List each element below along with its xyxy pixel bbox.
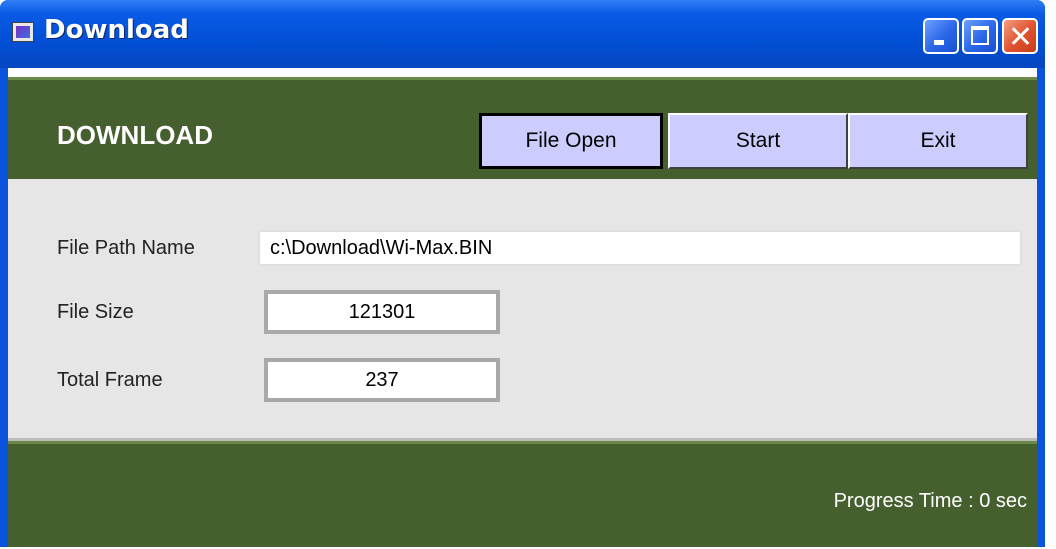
header-panel: DOWNLOAD File Open Start Exit: [8, 77, 1037, 179]
page-title: DOWNLOAD: [57, 120, 213, 150]
file-open-button[interactable]: File Open: [479, 113, 663, 169]
exit-button[interactable]: Exit: [848, 113, 1028, 169]
file-path-label: File Path Name: [57, 237, 195, 259]
progress-time-text: Progress Time : 0 sec: [833, 490, 1027, 512]
app-window-icon[interactable]: [12, 22, 34, 42]
download-window: Download DOWNLOAD File Open Start Exit F…: [0, 0, 1045, 547]
status-panel: Progress Time : 0 sec: [8, 441, 1037, 547]
minimize-icon[interactable]: [923, 18, 959, 54]
client-area: DOWNLOAD File Open Start Exit File Path …: [8, 68, 1037, 547]
file-size-label: File Size: [57, 301, 134, 323]
maximize-icon[interactable]: [962, 18, 998, 54]
window-title: Download: [44, 15, 189, 45]
form-panel: File Path Name File Size 121301 Total Fr…: [8, 179, 1037, 441]
start-button[interactable]: Start: [668, 113, 848, 169]
total-frame-field: 237: [264, 358, 500, 402]
file-path-field[interactable]: [258, 230, 1022, 266]
close-icon[interactable]: [1002, 18, 1038, 54]
file-size-field: 121301: [264, 290, 500, 334]
title-bar[interactable]: Download: [0, 0, 1045, 68]
total-frame-label: Total Frame: [57, 369, 163, 391]
